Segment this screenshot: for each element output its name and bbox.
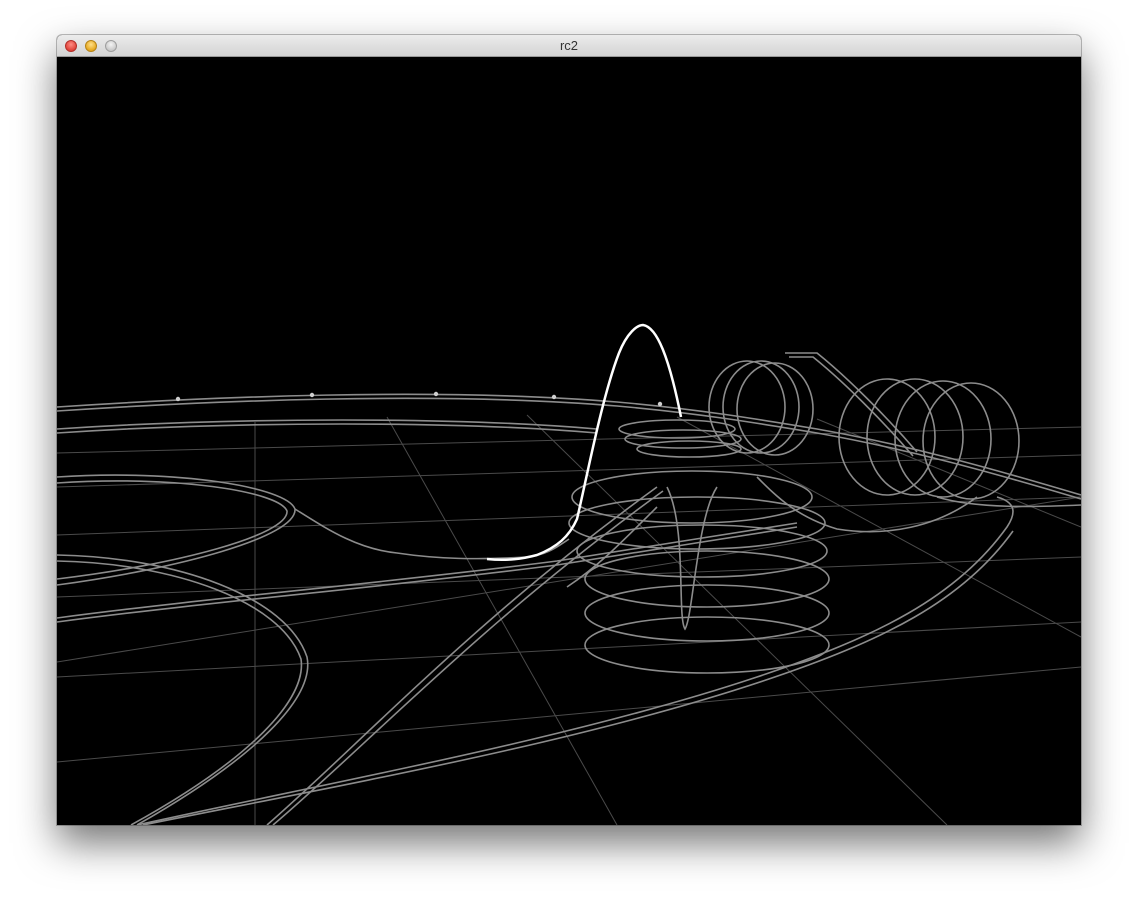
app-window: rc2 xyxy=(57,35,1081,825)
rail-marker xyxy=(551,394,557,400)
rail-marker xyxy=(657,401,663,407)
rail-marker xyxy=(309,392,315,398)
window-title: rc2 xyxy=(559,38,579,53)
scene-background xyxy=(57,57,1081,825)
rail-marker xyxy=(175,396,181,402)
3d-viewport[interactable] xyxy=(57,57,1081,825)
rail-marker xyxy=(433,391,439,397)
scene-canvas[interactable] xyxy=(57,57,1081,825)
title-bar[interactable]: rc2 xyxy=(57,35,1081,57)
